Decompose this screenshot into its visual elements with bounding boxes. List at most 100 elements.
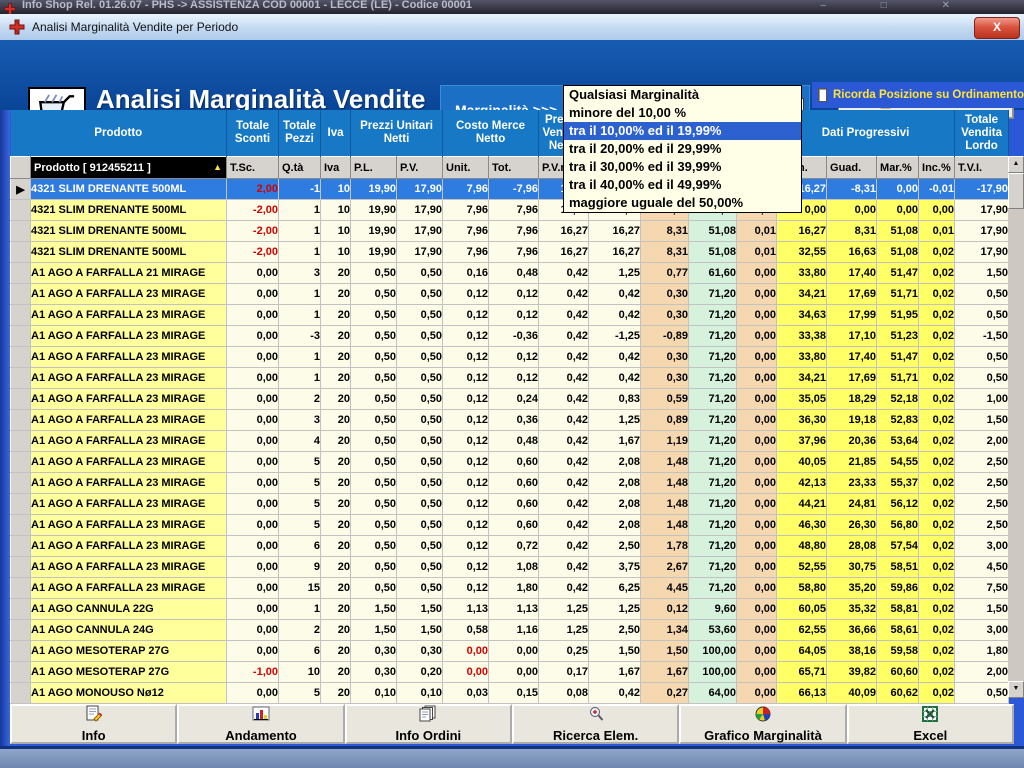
cell-value[interactable]: 0,12 <box>443 536 489 557</box>
cell-value[interactable]: 59,86 <box>877 578 919 599</box>
cell-product[interactable]: A1 AGO A FARFALLA 23 MIRAGE <box>31 410 227 431</box>
cell-value[interactable]: 58,51 <box>877 557 919 578</box>
cell-value[interactable]: 2,00 <box>227 179 279 200</box>
cell-value[interactable]: 2,00 <box>955 662 1009 683</box>
cell-value[interactable]: 0,50 <box>351 263 397 284</box>
cell-value[interactable]: 20 <box>321 452 351 473</box>
cell-value[interactable]: 23,33 <box>827 473 877 494</box>
cell-value[interactable]: 6,25 <box>589 578 641 599</box>
cell-value[interactable]: 0,00 <box>489 641 539 662</box>
cell-value[interactable]: 0,30 <box>641 347 689 368</box>
row-selector[interactable] <box>11 473 31 494</box>
cell-value[interactable]: 1,67 <box>589 662 641 683</box>
row-selector[interactable] <box>11 347 31 368</box>
cell-value[interactable]: 0,00 <box>737 557 777 578</box>
cell-value[interactable]: 51,95 <box>877 305 919 326</box>
cell-value[interactable]: 1,67 <box>641 662 689 683</box>
cell-value[interactable]: 0,00 <box>737 263 777 284</box>
cell-value[interactable]: 2,50 <box>955 494 1009 515</box>
cell-value[interactable]: 0,00 <box>227 683 279 704</box>
cell-product[interactable]: 4321 SLIM DRENANTE 500ML <box>31 242 227 263</box>
cell-value[interactable]: 1 <box>279 200 321 221</box>
cell-value[interactable]: 0,42 <box>589 305 641 326</box>
cell-value[interactable]: 1 <box>279 305 321 326</box>
cell-value[interactable]: 0,12 <box>489 347 539 368</box>
cell-product[interactable]: A1 AGO A FARFALLA 23 MIRAGE <box>31 557 227 578</box>
cell-value[interactable]: 0,00 <box>737 662 777 683</box>
cell-value[interactable]: 36,30 <box>777 410 827 431</box>
cell-value[interactable]: 0,02 <box>919 452 955 473</box>
cell-value[interactable]: 0,42 <box>589 368 641 389</box>
cell-value[interactable]: 1 <box>279 368 321 389</box>
cell-value[interactable]: 19,90 <box>351 242 397 263</box>
cell-value[interactable]: 0,48 <box>489 263 539 284</box>
cell-value[interactable]: 54,55 <box>877 452 919 473</box>
cell-value[interactable]: 0,02 <box>919 599 955 620</box>
cell-value[interactable]: 2,50 <box>955 515 1009 536</box>
cell-value[interactable]: 3 <box>279 410 321 431</box>
cell-value[interactable]: 7,96 <box>489 221 539 242</box>
cell-value[interactable]: 26,30 <box>827 515 877 536</box>
cell-value[interactable]: 38,16 <box>827 641 877 662</box>
cell-value[interactable]: 34,63 <box>777 305 827 326</box>
cell-value[interactable]: 0,12 <box>443 515 489 536</box>
cell-value[interactable]: -7,96 <box>489 179 539 200</box>
cell-value[interactable]: 39,82 <box>827 662 877 683</box>
cell-value[interactable]: 0,42 <box>539 494 589 515</box>
cell-value[interactable]: 0,02 <box>919 242 955 263</box>
cell-value[interactable]: 17,10 <box>827 326 877 347</box>
cell-product[interactable]: 4321 SLIM DRENANTE 500ML <box>31 179 227 200</box>
column-header[interactable]: Iva <box>321 157 351 179</box>
remember-position-checkbox[interactable] <box>818 88 827 102</box>
cell-value[interactable]: 0,00 <box>737 515 777 536</box>
cell-value[interactable]: 1 <box>279 599 321 620</box>
cell-value[interactable]: 0,27 <box>641 683 689 704</box>
cell-value[interactable]: 44,21 <box>777 494 827 515</box>
cell-value[interactable]: -0,01 <box>919 179 955 200</box>
cell-value[interactable]: 0,42 <box>539 515 589 536</box>
cell-value[interactable]: 0,60 <box>489 452 539 473</box>
column-header[interactable]: T.Sc. <box>227 157 279 179</box>
cell-value[interactable]: 17,90 <box>397 200 443 221</box>
cell-value[interactable]: 0,00 <box>227 536 279 557</box>
cell-value[interactable]: 0,00 <box>737 368 777 389</box>
cell-product[interactable]: 4321 SLIM DRENANTE 500ML <box>31 200 227 221</box>
cell-value[interactable]: 17,90 <box>397 221 443 242</box>
cell-product[interactable]: A1 AGO A FARFALLA 23 MIRAGE <box>31 578 227 599</box>
cell-value[interactable]: 20 <box>321 389 351 410</box>
cell-value[interactable]: 1,50 <box>589 641 641 662</box>
cell-value[interactable]: 20 <box>321 578 351 599</box>
cell-value[interactable]: 1,50 <box>397 599 443 620</box>
column-header[interactable]: P.L. <box>351 157 397 179</box>
cell-value[interactable]: 2,50 <box>589 536 641 557</box>
cell-value[interactable]: 34,21 <box>777 368 827 389</box>
cell-value[interactable]: 51,47 <box>877 347 919 368</box>
cell-value[interactable]: 2,50 <box>955 473 1009 494</box>
cell-value[interactable]: 0,02 <box>919 326 955 347</box>
cell-value[interactable]: 66,13 <box>777 683 827 704</box>
cell-value[interactable]: 51,08 <box>689 221 737 242</box>
cell-value[interactable]: 57,54 <box>877 536 919 557</box>
cell-value[interactable]: 0,42 <box>589 347 641 368</box>
cell-value[interactable]: 0,00 <box>227 494 279 515</box>
dropdown-option[interactable]: Qualsiasi Marginalità <box>564 86 801 104</box>
cell-value[interactable]: 36,66 <box>827 620 877 641</box>
cell-value[interactable]: 1,50 <box>351 620 397 641</box>
cell-value[interactable]: 2,00 <box>955 431 1009 452</box>
cell-value[interactable]: 0,00 <box>227 620 279 641</box>
cell-value[interactable]: 0,12 <box>443 389 489 410</box>
cell-value[interactable]: 0,50 <box>955 683 1009 704</box>
cell-value[interactable]: 1,50 <box>955 599 1009 620</box>
row-selector[interactable] <box>11 368 31 389</box>
cell-value[interactable]: 17,90 <box>955 200 1009 221</box>
cell-value[interactable]: 0,00 <box>737 536 777 557</box>
cell-value[interactable]: 71,20 <box>689 578 737 599</box>
scroll-down-icon[interactable]: ▼ <box>1008 681 1024 698</box>
cell-value[interactable]: 20 <box>321 641 351 662</box>
cell-value[interactable]: 9,60 <box>689 599 737 620</box>
margin-chart-button[interactable]: Grafico Marginalità <box>679 704 846 744</box>
cell-value[interactable]: -2,00 <box>227 221 279 242</box>
cell-value[interactable]: 0,12 <box>489 305 539 326</box>
cell-value[interactable]: 100,00 <box>689 641 737 662</box>
cell-value[interactable]: 19,90 <box>351 179 397 200</box>
